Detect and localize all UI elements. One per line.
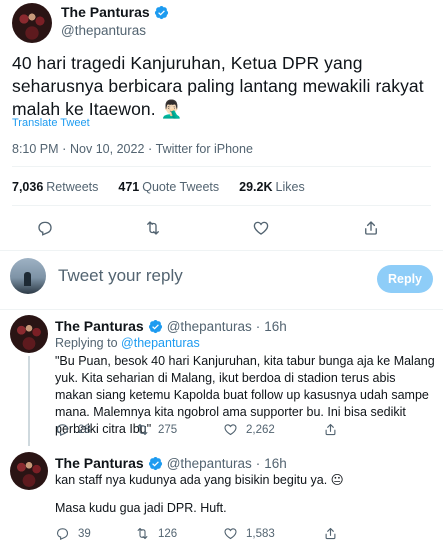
- like-icon: [224, 424, 237, 436]
- likes-label: Likes: [275, 180, 305, 194]
- like-count: 1,583: [246, 527, 275, 540]
- separator-dot: ·: [62, 141, 67, 156]
- reply-text-line-2: Masa kudu gua jadi DPR. Huft.: [55, 501, 227, 515]
- like-count: 2,262: [246, 423, 275, 436]
- divider: [12, 205, 431, 206]
- reply-author-handle[interactable]: @thepanturas: [167, 456, 252, 471]
- likes-count: 29.2K: [239, 180, 273, 194]
- retweets-count: 7,036: [12, 180, 44, 194]
- reply-count: 28: [78, 423, 91, 436]
- retweets-stat[interactable]: 7,036 Retweets: [12, 180, 98, 194]
- separator-dot: ·: [147, 141, 153, 156]
- reply-author-avatar[interactable]: [10, 452, 48, 490]
- author-display-name[interactable]: The Panturas: [61, 4, 150, 20]
- verified-badge-icon: [148, 319, 163, 334]
- share-button[interactable]: [323, 526, 338, 541]
- reply-header: The Panturas @thepanturas · 16h: [55, 455, 287, 471]
- reply-count: 39: [78, 527, 91, 540]
- tweet-text: 40 hari tragedi Kanjuruhan, Ketua DPR ya…: [12, 53, 424, 119]
- reply-count-button[interactable]: 39: [55, 526, 91, 541]
- retweet-icon[interactable]: [142, 217, 164, 239]
- author-avatar[interactable]: [12, 3, 52, 43]
- retweet-count-button[interactable]: 275: [135, 422, 177, 437]
- retweet-count: 275: [158, 423, 178, 436]
- reply-text-line-1: kan staff nya kudunya ada yang bisikin b…: [55, 473, 344, 487]
- reply-icon: [56, 528, 69, 540]
- tweet-time[interactable]: 8:10 PM: [12, 142, 59, 156]
- tweet-action-bar: [0, 217, 443, 241]
- like-count-button[interactable]: 1,583: [223, 526, 275, 541]
- share-icon: [325, 527, 336, 540]
- divider: [12, 166, 431, 167]
- tweet-metadata: 8:10 PM · Nov 10, 2022 · Twitter for iPh…: [12, 141, 253, 156]
- share-button[interactable]: [323, 422, 338, 437]
- replying-to-prefix: Replying to: [55, 336, 118, 350]
- engagement-stats: 7,036 Retweets 471 Quote Tweets 29.2K Likes: [12, 180, 305, 194]
- reply-input[interactable]: Tweet your reply: [58, 266, 183, 286]
- verified-badge-icon: [148, 456, 163, 471]
- likes-stat[interactable]: 29.2K Likes: [239, 180, 305, 194]
- reply-icon[interactable]: [34, 217, 56, 239]
- replying-to-line: Replying to @thepanturas: [55, 336, 200, 350]
- reply-header: The Panturas @thepanturas · 16h: [55, 318, 287, 334]
- quotes-count: 471: [118, 180, 140, 194]
- reply-icon: [56, 424, 69, 436]
- author-name-block[interactable]: The Panturas: [61, 4, 169, 20]
- reply-author-handle[interactable]: @thepanturas: [167, 319, 252, 334]
- tweet-source: Twitter for iPhone: [155, 142, 253, 156]
- quotes-stat[interactable]: 471 Quote Tweets: [118, 180, 219, 194]
- retweet-icon: [137, 423, 148, 436]
- reply-author-name[interactable]: The Panturas: [55, 318, 144, 334]
- reply-button[interactable]: Reply: [377, 265, 433, 293]
- like-count-button[interactable]: 2,262: [223, 422, 275, 437]
- retweet-count: 126: [158, 527, 178, 540]
- current-user-avatar[interactable]: [10, 258, 46, 294]
- quotes-label: Quote Tweets: [142, 180, 220, 194]
- tweet-date[interactable]: Nov 10, 2022: [70, 142, 144, 156]
- separator-dot: ·: [255, 318, 261, 334]
- like-icon[interactable]: [250, 217, 272, 239]
- reply-time[interactable]: 16h: [264, 456, 287, 471]
- retweets-label: Retweets: [46, 180, 99, 194]
- thread-connector: [28, 356, 30, 446]
- reply-author-avatar[interactable]: [10, 315, 48, 353]
- separator-dot: ·: [255, 455, 261, 471]
- retweet-count-button[interactable]: 126: [135, 526, 177, 541]
- share-icon: [325, 423, 336, 436]
- like-icon: [224, 528, 237, 540]
- share-icon[interactable]: [360, 217, 382, 239]
- retweet-icon: [137, 527, 148, 540]
- verified-badge-icon: [154, 5, 169, 20]
- reply-author-name[interactable]: The Panturas: [55, 455, 144, 471]
- reply-count-button[interactable]: 28: [55, 422, 91, 437]
- author-handle[interactable]: @thepanturas: [61, 23, 146, 38]
- reply-time[interactable]: 16h: [264, 319, 287, 334]
- divider: [0, 309, 443, 310]
- translate-tweet-link[interactable]: Translate Tweet: [12, 117, 90, 129]
- replying-to-handle[interactable]: @thepanturas: [121, 336, 200, 350]
